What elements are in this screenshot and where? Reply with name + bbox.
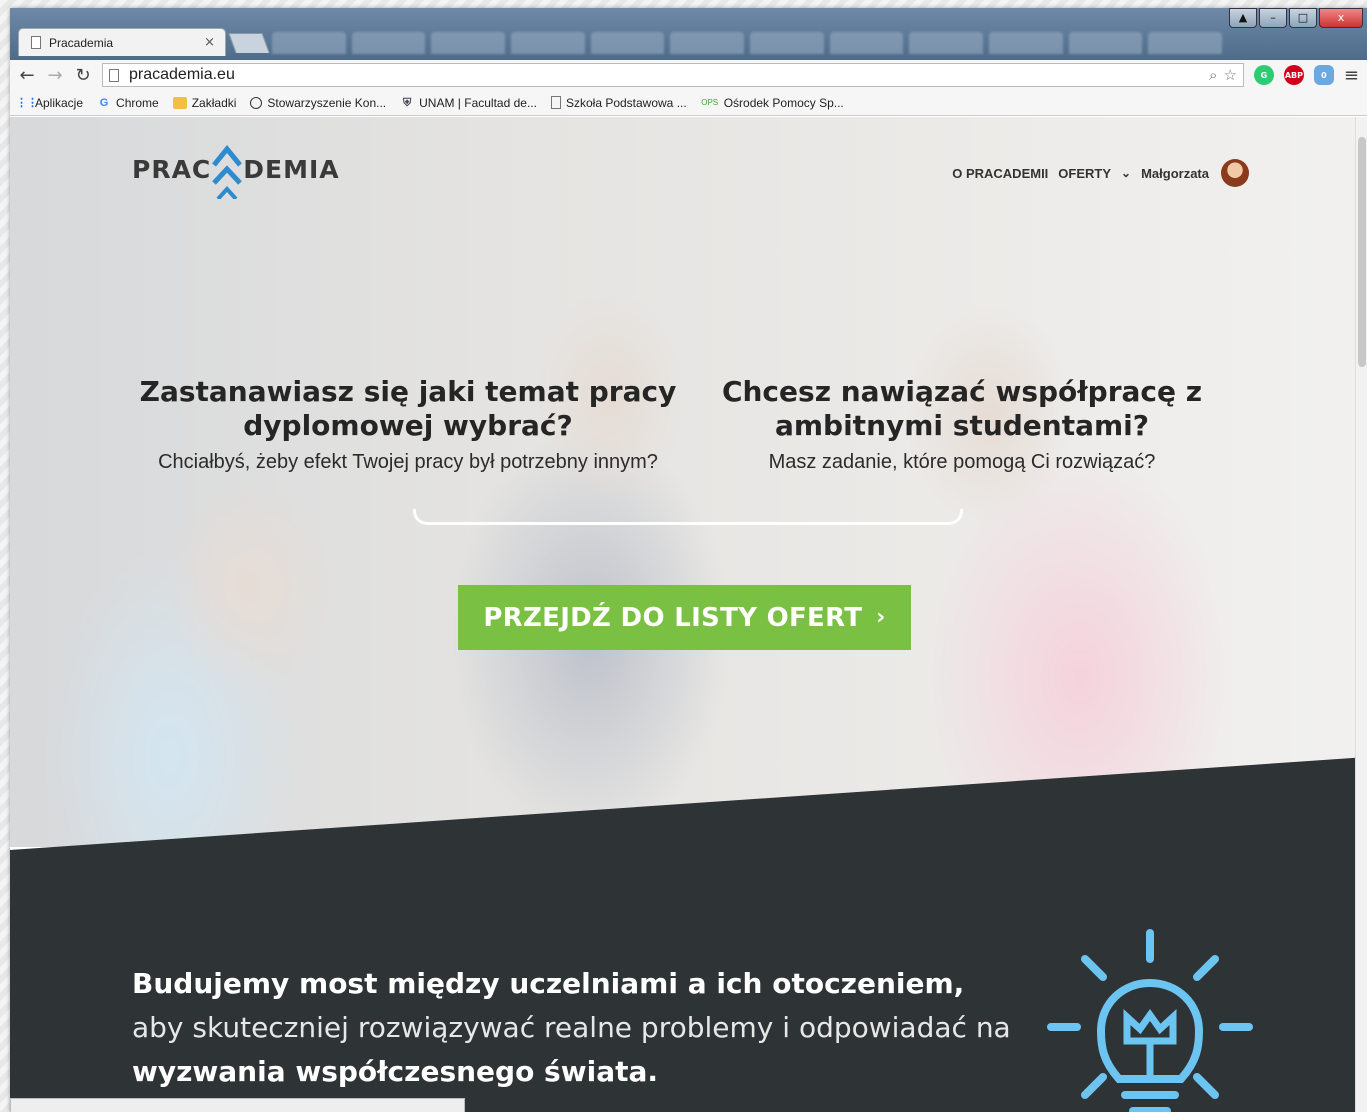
user-icon[interactable]: ▲ [1229, 8, 1257, 28]
hero-partner-column: Chcesz nawiązać współpracę z ambitnymi s… [682, 375, 1242, 474]
background-tab[interactable] [1148, 32, 1223, 54]
bookmark-star-icon[interactable]: ☆ [1223, 66, 1236, 84]
nav-about-link[interactable]: O PRACADEMII [952, 166, 1048, 181]
bookmark-chrome[interactable]: G Chrome [97, 96, 159, 110]
hero-background-photo [10, 117, 1367, 847]
main-navigation: O PRACADEMII OFERTY ⌄ Małgorzata [952, 159, 1249, 187]
browser-window: Pracademia × ▲ – □ x ← → ↻ pracademia.eu… [10, 8, 1367, 1112]
grammarly-extension-icon[interactable]: G [1253, 65, 1274, 85]
chevron-right-icon: › [876, 605, 886, 630]
new-tab-button[interactable] [228, 33, 270, 53]
bookmark-label: Ośrodek Pomocy Sp... [723, 95, 844, 110]
bookmark-unam[interactable]: ⛨ UNAM | Facultad de... [400, 96, 537, 110]
hero-student-subtitle: Chciałbyś, żeby efekt Twojej pracy był p… [158, 451, 658, 473]
google-icon: G [99, 96, 109, 109]
bookmark-label: Stowarzyszenie Kon... [267, 95, 387, 110]
background-tab[interactable] [351, 32, 426, 54]
cta-label: PRZEJDŹ DO LISTY OFERT [483, 602, 863, 633]
mission-statement: Budujemy most między uczelniami a ich ot… [132, 962, 1012, 1094]
web-page: PRAC DEMIA O PRACADEMII OFERTY ⌄ Małgorz… [10, 117, 1367, 1112]
tab-title: Pracademia [49, 35, 114, 50]
bookmark-apps[interactable]: ⋮⋮ Aplikacje [16, 96, 83, 110]
chevron-down-icon[interactable]: ⌄ [1121, 166, 1131, 180]
scrollbar-thumb[interactable] [1358, 137, 1366, 367]
avatar[interactable] [1221, 159, 1249, 187]
bookmark-szkola[interactable]: Szkoła Podstawowa ... [550, 95, 687, 110]
unam-icon: ⛨ [403, 96, 412, 109]
bookmarks-bar: ⋮⋮ Aplikacje G Chrome Zakładki Stowarzysze… [10, 90, 1367, 116]
nav-user-name[interactable]: Małgorzata [1141, 166, 1209, 181]
page-scrollbar[interactable] [1355, 117, 1367, 1112]
bookmark-label: Aplikacje [35, 95, 84, 110]
background-tabs [272, 26, 1223, 56]
bookmark-osrodek[interactable]: OPS Ośrodek Pomocy Sp... [701, 96, 844, 110]
apps-grid-icon: ⋮⋮ [16, 96, 38, 109]
bookmark-label: UNAM | Facultad de... [419, 95, 537, 110]
ops-icon: OPS [701, 97, 719, 107]
background-tab[interactable] [590, 32, 665, 54]
tab-pracademia[interactable]: Pracademia × [18, 28, 226, 56]
page-icon [31, 36, 41, 49]
maximize-button[interactable]: □ [1289, 8, 1317, 28]
url-text: pracademia.eu [129, 66, 235, 83]
logo-text-start: PRAC [132, 154, 212, 184]
background-tab[interactable] [829, 32, 904, 54]
hero-student-column: Zastanawiasz się jaki temat pracy dyplom… [128, 375, 688, 474]
back-button[interactable]: ← [18, 65, 36, 86]
adblock-extension-icon[interactable]: ABP [1283, 65, 1304, 85]
reload-button[interactable]: ↻ [74, 65, 92, 86]
bookmark-zakladki[interactable]: Zakładki [172, 95, 237, 110]
tab-close-icon[interactable]: × [204, 35, 215, 50]
offers-list-button[interactable]: PRZEJDŹ DO LISTY OFERT › [458, 585, 911, 650]
background-tab[interactable] [431, 32, 506, 54]
hero-partner-title: Chcesz nawiązać współpracę z ambitnymi s… [721, 375, 1203, 442]
minimize-button[interactable]: – [1259, 8, 1287, 28]
page-icon [550, 96, 561, 109]
status-bar [10, 1098, 465, 1112]
chrome-menu-icon[interactable]: ≡ [1344, 65, 1359, 86]
logo-chevron-icon [212, 145, 243, 199]
ghostery-extension-icon[interactable]: 0 [1313, 65, 1334, 85]
bookmark-label: Chrome [116, 95, 159, 110]
mission-text: aby skuteczniej rozwiązywać realne probl… [132, 1011, 1011, 1044]
background-tab[interactable] [989, 32, 1063, 54]
background-tab[interactable] [670, 32, 745, 54]
folder-icon [172, 96, 187, 109]
background-tab[interactable] [750, 32, 824, 54]
circle-icon [250, 96, 263, 109]
hero-divider [413, 509, 963, 525]
bookmark-label: Szkoła Podstawowa ... [565, 95, 687, 110]
logo-text-end: DEMIA [243, 154, 340, 184]
background-tab[interactable] [272, 32, 346, 54]
hero-student-title: Zastanawiasz się jaki temat pracy dyplom… [139, 375, 677, 442]
nav-offers-link[interactable]: OFERTY [1058, 166, 1111, 181]
bookmark-stowarzyszenie[interactable]: Stowarzyszenie Kon... [250, 96, 386, 110]
close-window-button[interactable]: x [1319, 8, 1363, 28]
address-bar[interactable]: pracademia.eu ⌕ ☆ [102, 63, 1244, 87]
zoom-icon[interactable]: ⌕ [1209, 67, 1217, 84]
bookmark-label: Zakładki [191, 95, 237, 110]
forward-button[interactable]: → [46, 65, 64, 86]
mission-bold-start: Budujemy most między uczelniami a ich ot… [132, 967, 965, 1000]
page-icon [109, 68, 119, 82]
background-tab[interactable] [909, 32, 984, 54]
lightbulb-icon [1047, 929, 1253, 1112]
background-tab[interactable] [511, 32, 585, 54]
browser-toolbar: ← → ↻ pracademia.eu ⌕ ☆ G ABP 0 ≡ [10, 60, 1367, 90]
pracademia-logo[interactable]: PRAC DEMIA [132, 137, 340, 201]
window-controls: ▲ – □ x [1229, 8, 1363, 28]
hero-partner-subtitle: Masz zadanie, które pomogą Ci rozwiązać? [768, 451, 1156, 473]
mission-bold-end: wyzwania współczesnego świata. [132, 1055, 658, 1088]
title-bar: Pracademia × ▲ – □ x [10, 8, 1367, 60]
background-tab[interactable] [1068, 32, 1143, 54]
